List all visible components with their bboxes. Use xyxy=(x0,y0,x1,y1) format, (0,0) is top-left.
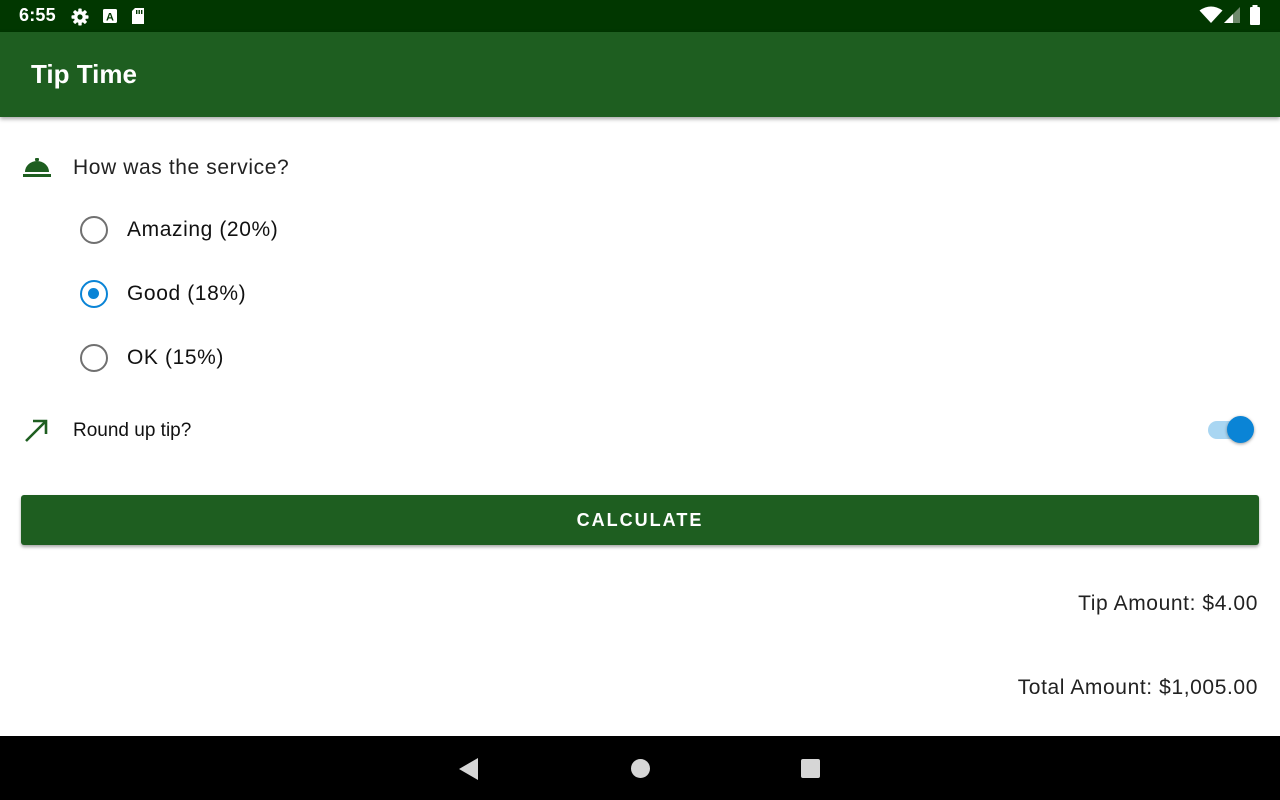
recents-icon[interactable] xyxy=(800,758,821,784)
app-bar: Tip Time xyxy=(0,32,1280,117)
a-icon: A xyxy=(102,8,118,29)
round-up-label: Round up tip? xyxy=(73,420,192,441)
status-time: 6:55 xyxy=(19,5,56,25)
tip-form: How was the service? Amazing (20%) Good … xyxy=(0,117,1280,736)
wifi-icon xyxy=(1199,6,1223,29)
app-title: Tip Time xyxy=(31,59,137,89)
switch-thumb[interactable] xyxy=(1227,416,1254,443)
radio-button-unchecked[interactable] xyxy=(80,344,108,372)
room-service-icon xyxy=(23,157,51,184)
radio-label-good: Good (18%) xyxy=(127,282,247,305)
gear-icon xyxy=(70,7,90,32)
radio-good[interactable]: Good (18%) xyxy=(78,278,338,314)
home-icon[interactable] xyxy=(630,758,651,784)
radio-label-amazing: Amazing (20%) xyxy=(127,218,279,241)
trending-up-icon xyxy=(24,419,50,448)
radio-button-unchecked[interactable] xyxy=(80,216,108,244)
service-question: How was the service? xyxy=(73,156,290,179)
svg-text:A: A xyxy=(106,12,114,24)
signal-icon xyxy=(1223,6,1241,29)
sd-card-icon xyxy=(130,7,146,30)
radio-selected-dot xyxy=(88,288,99,299)
round-up-switch[interactable] xyxy=(1205,415,1257,447)
tip-amount: Tip Amount: $4.00 xyxy=(1078,592,1258,615)
calculate-button[interactable]: CALCULATE xyxy=(21,495,1259,545)
status-bar: 6:55 A xyxy=(0,0,1280,32)
battery-icon xyxy=(1249,5,1261,30)
radio-ok[interactable]: OK (15%) xyxy=(78,342,338,378)
radio-button-checked[interactable] xyxy=(80,280,108,308)
back-icon[interactable] xyxy=(458,757,480,786)
radio-amazing[interactable]: Amazing (20%) xyxy=(78,214,338,250)
total-amount: Total Amount: $1,005.00 xyxy=(1017,676,1258,699)
radio-label-ok: OK (15%) xyxy=(127,346,224,369)
navigation-bar xyxy=(0,736,1280,800)
